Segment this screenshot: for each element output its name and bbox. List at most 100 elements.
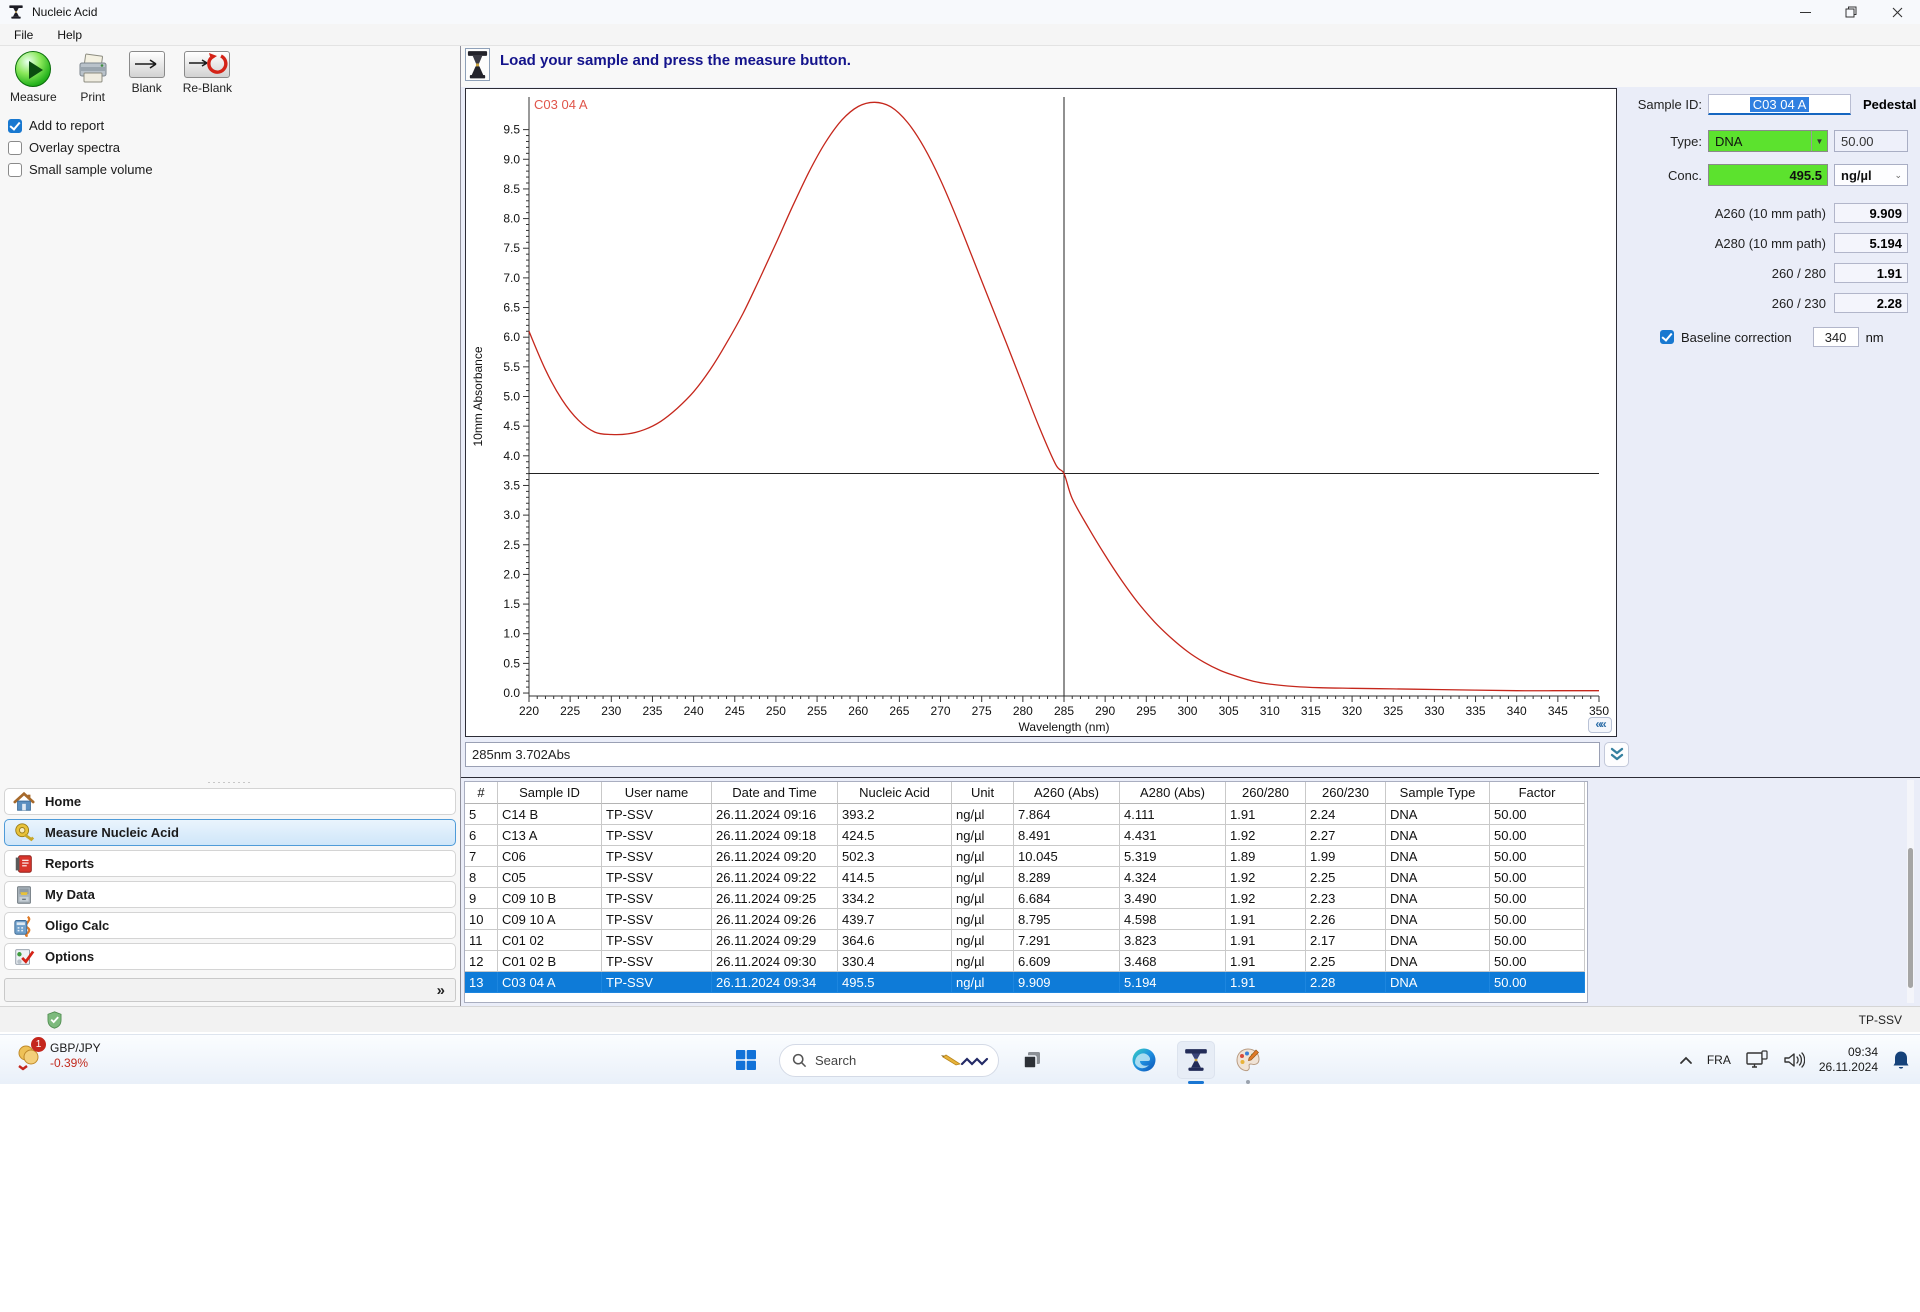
- print-button[interactable]: Print: [71, 48, 115, 107]
- table-cell: DNA: [1386, 888, 1490, 909]
- table-cell: 3.823: [1120, 930, 1226, 951]
- sidebar-collapse-bar[interactable]: »: [4, 978, 456, 1002]
- left-panel: Measure Print: [0, 46, 461, 1006]
- menu-help[interactable]: Help: [47, 26, 92, 44]
- taskbar-clock[interactable]: 09:34 26.11.2024: [1819, 1045, 1878, 1075]
- notification-bell-icon[interactable]: [1892, 1050, 1910, 1070]
- table-header-cell[interactable]: A260 (Abs): [1014, 782, 1120, 804]
- chart-collapse-button[interactable]: ««: [1588, 717, 1612, 733]
- svg-text:300: 300: [1177, 704, 1197, 718]
- table-header-cell[interactable]: Factor: [1490, 782, 1585, 804]
- spectrum-chart[interactable]: 0.00.51.01.52.02.53.03.54.04.55.05.56.06…: [466, 89, 1616, 736]
- table-cell: 2.26: [1306, 909, 1386, 930]
- collapse-chevrons-icon: »: [437, 982, 445, 999]
- table-cell: 1.92: [1226, 888, 1306, 909]
- taskbar-search[interactable]: Search: [779, 1044, 999, 1077]
- blank-label: Blank: [132, 81, 162, 95]
- factor-field[interactable]: 50.00: [1834, 130, 1908, 152]
- edge-browser-button[interactable]: [1125, 1041, 1163, 1079]
- sidebar-item-options[interactable]: Options: [4, 943, 456, 970]
- table-header-cell[interactable]: #: [465, 782, 498, 804]
- table-expand-button[interactable]: [1604, 742, 1629, 767]
- conc-label: Conc.: [1620, 168, 1702, 183]
- add-to-report-checkbox[interactable]: Add to report: [8, 118, 153, 133]
- panel-splitter-handle[interactable]: ·········: [0, 779, 460, 785]
- table-cell: 1.91: [1226, 951, 1306, 972]
- type-dropdown[interactable]: DNA ▼: [1708, 130, 1828, 152]
- svg-text:0.5: 0.5: [503, 656, 520, 670]
- table-cell: 8: [465, 867, 498, 888]
- start-button[interactable]: [727, 1041, 765, 1079]
- table-cell: DNA: [1386, 867, 1490, 888]
- minimize-button[interactable]: [1782, 0, 1828, 24]
- table-header-cell[interactable]: User name: [602, 782, 712, 804]
- nucleic-acid-app-button[interactable]: [1177, 1041, 1215, 1079]
- table-cell: ng/µl: [952, 804, 1014, 825]
- reblank-button[interactable]: Re-Blank: [179, 48, 236, 107]
- task-view-button[interactable]: [1013, 1041, 1051, 1079]
- sample-id-input[interactable]: C03 04 A: [1708, 94, 1851, 115]
- table-cell: 4.111: [1120, 804, 1226, 825]
- svg-text:7.0: 7.0: [503, 271, 520, 285]
- svg-text:3.5: 3.5: [503, 478, 520, 492]
- menu-file[interactable]: File: [4, 26, 43, 44]
- table-cell: 2.25: [1306, 951, 1386, 972]
- table-scrollbar[interactable]: [1907, 780, 1914, 1003]
- table-header-cell[interactable]: Date and Time: [712, 782, 838, 804]
- baseline-unit-label: nm: [1866, 330, 1884, 345]
- measure-play-icon: [15, 51, 51, 87]
- svg-text:310: 310: [1260, 704, 1280, 718]
- sidebar-item-label: Measure Nucleic Acid: [45, 825, 179, 840]
- table-cell: 6.609: [1014, 951, 1120, 972]
- unit-dropdown[interactable]: ng/µl ⌄: [1834, 164, 1908, 186]
- widgets-button[interactable]: 1 GBP/JPY -0.39%: [16, 1041, 101, 1071]
- table-cell: DNA: [1386, 972, 1490, 993]
- table-cell: ng/µl: [952, 867, 1014, 888]
- blank-button[interactable]: Blank: [125, 48, 169, 107]
- app-icon: [8, 4, 24, 20]
- paint-app-button[interactable]: [1229, 1041, 1267, 1079]
- table-cell: 26.11.2024 09:26: [712, 909, 838, 930]
- sidebar-item-my-data[interactable]: My Data: [4, 881, 456, 908]
- svg-text:3.0: 3.0: [503, 508, 520, 522]
- overlay-spectra-checkbox[interactable]: Overlay spectra: [8, 140, 153, 155]
- baseline-wavelength-field[interactable]: 340: [1813, 327, 1859, 347]
- table-header-cell[interactable]: 260/280: [1226, 782, 1306, 804]
- table-header-cell[interactable]: Nucleic Acid: [838, 782, 952, 804]
- svg-text:220: 220: [519, 704, 539, 718]
- baseline-correction-checkbox[interactable]: Baseline correction: [1660, 330, 1792, 345]
- table-header-cell[interactable]: Sample Type: [1386, 782, 1490, 804]
- table-header-cell[interactable]: A280 (Abs): [1120, 782, 1226, 804]
- widget-pair: GBP/JPY: [50, 1041, 101, 1056]
- table-cell: 10.045: [1014, 846, 1120, 867]
- conc-value: 495.5: [1789, 168, 1822, 183]
- close-button[interactable]: [1874, 0, 1920, 24]
- table-cell: 2.27: [1306, 825, 1386, 846]
- restore-icon: [1845, 6, 1857, 18]
- checkbox-label: Small sample volume: [29, 162, 153, 177]
- table-header-cell[interactable]: Sample ID: [498, 782, 602, 804]
- language-indicator[interactable]: FRA: [1707, 1053, 1731, 1067]
- svg-text:225: 225: [560, 704, 580, 718]
- sidebar-item-reports[interactable]: Reports: [4, 850, 456, 877]
- svg-text:330: 330: [1424, 704, 1444, 718]
- table-cell: 50.00: [1490, 804, 1585, 825]
- table-cell: DNA: [1386, 846, 1490, 867]
- scrollbar-thumb[interactable]: [1908, 848, 1913, 988]
- svg-text:1.5: 1.5: [503, 597, 520, 611]
- network-icon[interactable]: [1745, 1050, 1769, 1070]
- measure-button[interactable]: Measure: [6, 48, 61, 107]
- sidebar-item-measure-nucleic-acid[interactable]: Measure Nucleic Acid: [4, 819, 456, 846]
- table-cell: TP-SSV: [602, 867, 712, 888]
- sidebar-item-oligo-calc[interactable]: Oligo Calc: [4, 912, 456, 939]
- table-header-cell[interactable]: 260/230: [1306, 782, 1386, 804]
- restore-button[interactable]: [1828, 0, 1874, 24]
- small-sample-volume-checkbox[interactable]: Small sample volume: [8, 162, 153, 177]
- table-header-cell[interactable]: Unit: [952, 782, 1014, 804]
- chart-xlabel: Wavelength (nm): [1019, 720, 1110, 734]
- volume-icon[interactable]: [1783, 1051, 1805, 1069]
- sidebar-item-home[interactable]: Home: [4, 788, 456, 815]
- tray-expand-chevron-icon[interactable]: [1679, 1055, 1693, 1065]
- table-cell: 5.194: [1120, 972, 1226, 993]
- table-cell: 26.11.2024 09:16: [712, 804, 838, 825]
